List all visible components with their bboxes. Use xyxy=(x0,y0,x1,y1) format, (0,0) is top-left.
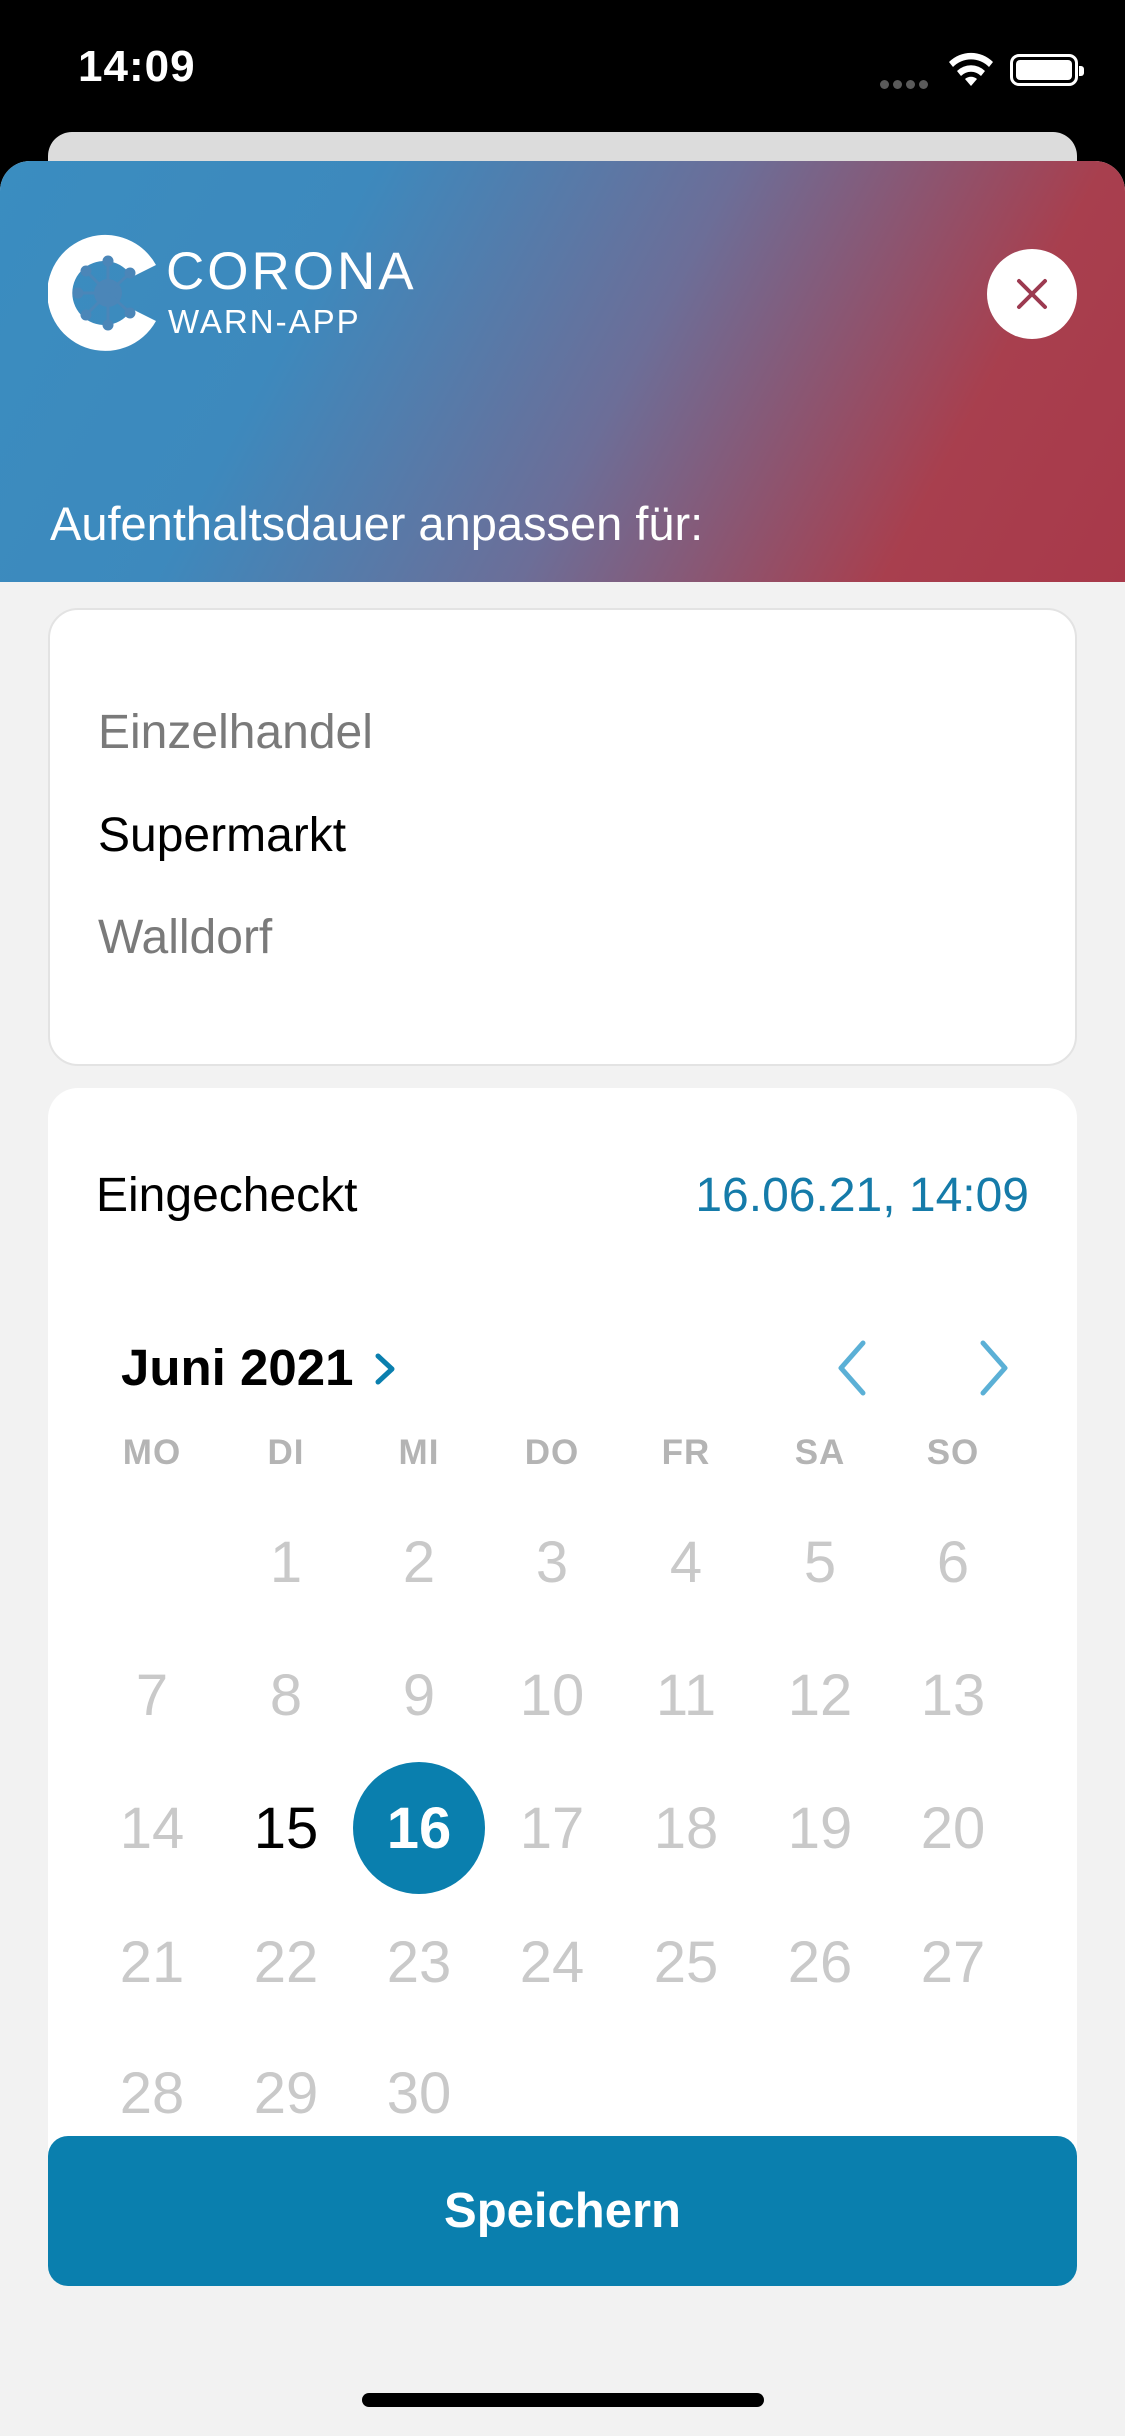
calendar-day: 9 xyxy=(402,1663,436,1728)
calendar-day: 30 xyxy=(386,2061,452,2126)
calendar-day: 8 xyxy=(269,1663,303,1728)
calendar-day: 5 xyxy=(803,1530,837,1595)
calendar-day: 25 xyxy=(653,1930,719,1995)
calendar-day: 11 xyxy=(655,1663,717,1728)
logo-subtitle: WARN-APP xyxy=(168,303,361,340)
page-title: Aufenthaltsdauer anpassen für: xyxy=(50,497,704,550)
calendar-grid: 1 2 3 4 5 6 7 8 9 10 11 12 13 14 15 16 17 18 19 20 21 22 23 24 2… xyxy=(48,1088,1077,2248)
header: CORONA WARN-APP Aufenthaltsdauer anpasse… xyxy=(0,161,1125,582)
calendar-day: 7 xyxy=(135,1663,169,1728)
wifi-icon xyxy=(949,52,993,86)
calendar-day: 14 xyxy=(119,1796,185,1861)
calendar-day: 26 xyxy=(787,1930,853,1995)
calendar-day: 4 xyxy=(669,1530,703,1595)
close-button[interactable] xyxy=(987,249,1077,339)
calendar-day: 22 xyxy=(253,1930,319,1995)
calendar-day: 3 xyxy=(535,1530,569,1595)
calendar-day: 24 xyxy=(519,1930,585,1995)
location-address: Walldorf xyxy=(98,911,273,964)
calendar-day: 18 xyxy=(653,1796,719,1861)
calendar-day: 21 xyxy=(119,1930,185,1995)
calendar-day: 28 xyxy=(119,2061,185,2126)
calendar-day: 2 xyxy=(402,1530,436,1595)
calendar-day-selected[interactable]: 16 xyxy=(352,1762,486,1896)
calendar-day: 6 xyxy=(936,1530,970,1595)
calendar-day: 1 xyxy=(269,1530,303,1595)
battery-icon xyxy=(1010,54,1084,86)
calendar-day: 19 xyxy=(787,1796,853,1861)
calendar-day: 17 xyxy=(519,1796,585,1861)
edit-stay-sheet: CORONA WARN-APP Aufenthaltsdauer anpasse… xyxy=(0,161,1125,2436)
location-type: Einzelhandel xyxy=(98,706,373,759)
checkin-card: Eingecheckt 16.06.21, 14:09 Juni 2021 MO… xyxy=(48,1088,1077,2248)
calendar-day: 20 xyxy=(920,1796,986,1861)
calendar-day: 23 xyxy=(386,1930,452,1995)
corona-logo-icon xyxy=(48,234,156,351)
location-description: Supermarkt xyxy=(98,809,347,862)
status-time: 14:09 xyxy=(78,42,196,91)
location-card: Einzelhandel Supermarkt Walldorf xyxy=(48,608,1077,1066)
calendar-day: 12 xyxy=(787,1663,853,1728)
calendar-day: 29 xyxy=(253,2061,319,2126)
app-logo: CORONA WARN-APP xyxy=(48,233,488,363)
status-bar: 14:09 xyxy=(0,0,1125,135)
close-icon xyxy=(1017,279,1047,309)
home-indicator xyxy=(362,2393,764,2407)
calendar-day: 27 xyxy=(920,1930,986,1995)
cellular-signal-icon xyxy=(880,76,936,89)
logo-title: CORONA xyxy=(166,242,417,301)
calendar-day: 13 xyxy=(920,1663,986,1728)
calendar-day[interactable]: 15 xyxy=(219,1762,353,1896)
calendar-day: 10 xyxy=(519,1663,585,1728)
